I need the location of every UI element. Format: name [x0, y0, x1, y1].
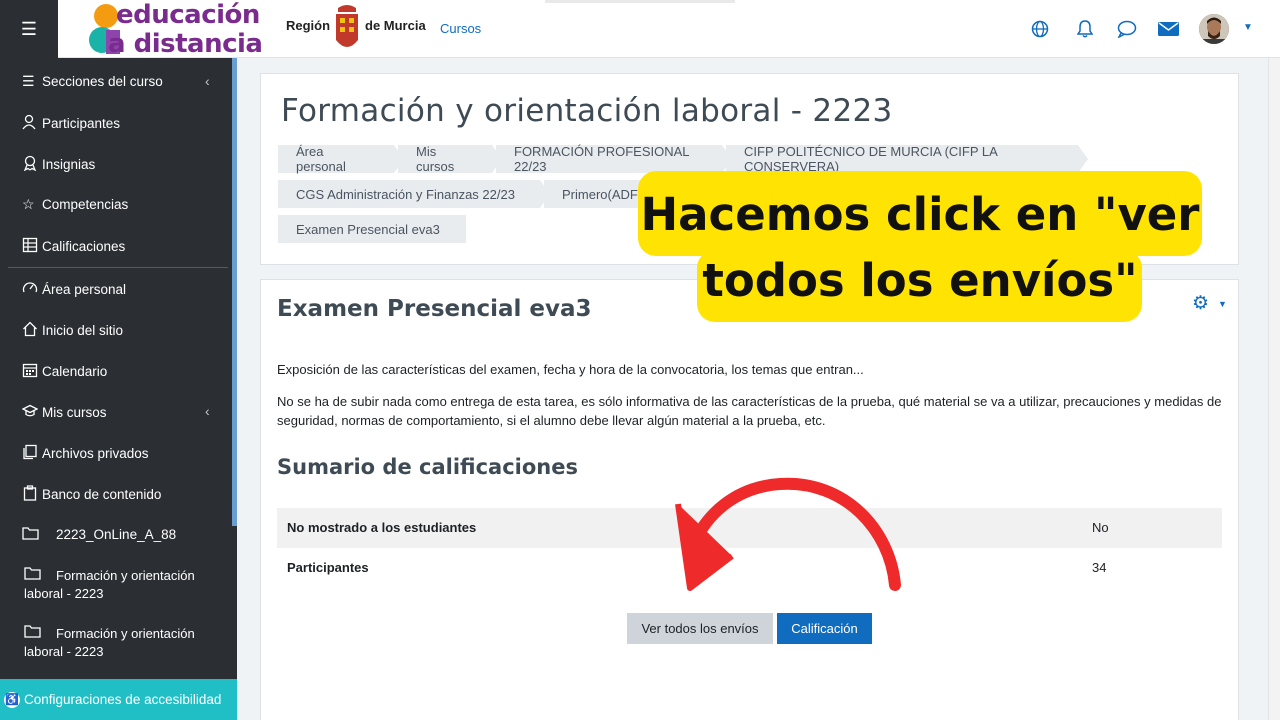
cursos-link[interactable]: Cursos [440, 21, 481, 36]
breadcrumb-label: Área personal [296, 144, 346, 174]
sidebar-course-fol-2[interactable]: Formación y orientación laboral - 2223 [24, 624, 224, 661]
bell-icon[interactable] [1073, 17, 1097, 41]
sidebar-item-label: Banco de contenido [42, 487, 162, 502]
accessibility-icon: ♿ [4, 691, 20, 708]
avatar[interactable] [1199, 14, 1229, 44]
murcia-shield-icon [336, 5, 358, 47]
sidebar-item-label: Mis cursos [42, 405, 107, 420]
callout-line2: todos los envíos" [702, 254, 1138, 307]
files-icon [22, 444, 42, 463]
menu-icon[interactable]: ☰ [0, 0, 58, 58]
top-navbar: ☰ educación a distancia Región de Murcia… [0, 0, 1280, 59]
badge-icon [22, 155, 42, 174]
breadcrumb-item[interactable]: FORMACIÓN PROFESIONAL 22/23 [496, 144, 732, 174]
tutorial-callout-text: Hacemos click en "ver todos los envíos" [638, 182, 1202, 314]
sidebar-course-fol-1[interactable]: Formación y orientación laboral - 2223 [24, 566, 224, 603]
assignment-title: Examen Presencial eva3 [277, 296, 592, 322]
star-icon: ☆ [22, 196, 35, 212]
user-menu-chevron-down-icon[interactable]: ▼ [1243, 22, 1253, 33]
table-row-label: Participantes [287, 560, 369, 575]
breadcrumb-label: Examen Presencial eva3 [296, 221, 440, 237]
breadcrumb-item[interactable]: CIFP POLITÉCNICO DE MURCIA (CIFP LA CONS… [726, 144, 1088, 174]
sidebar-course-label-line2: laboral - 2223 [24, 586, 104, 601]
sidebar-item-secciones[interactable]: ☰ Secciones del curso [22, 73, 163, 90]
sidebar-item-label: Participantes [42, 116, 121, 131]
users-icon [22, 114, 42, 133]
sidebar-item-insignias[interactable]: Insignias [22, 155, 95, 174]
sidebar-item-mis-cursos[interactable]: Mis cursos [21, 403, 107, 422]
envelope-icon[interactable] [1156, 17, 1180, 41]
region-label: Región [286, 18, 331, 33]
red-arrow-icon [675, 477, 901, 591]
sidebar-item-participantes[interactable]: Participantes [22, 114, 120, 133]
folder-icon [22, 526, 56, 543]
breadcrumb-label: Mis cursos [416, 144, 455, 174]
breadcrumb-item-current[interactable]: Examen Presencial eva3 [278, 215, 466, 243]
breadcrumb-label: CGS Administración y Finanzas 22/23 [296, 186, 515, 202]
callout-line1: Hacemos click en "ver [640, 188, 1200, 241]
sidebar-item-label: Calificaciones [42, 239, 126, 254]
list-icon: ☰ [22, 73, 35, 89]
grading-summary-title: Sumario de calificaciones [277, 455, 578, 479]
sidebar-item-label: Insignias [42, 157, 96, 172]
assignment-description: No se ha de subir nada como entrega de e… [277, 394, 1222, 428]
accessibility-label: Configuraciones de accesibilidad [24, 692, 222, 707]
assignment-intro: Exposición de las características del ex… [277, 362, 864, 377]
page-title: Formación y orientación laboral - 2223 [281, 93, 893, 129]
clipboard-icon [22, 485, 42, 504]
logo-text-line2: a distancia [108, 29, 263, 59]
breadcrumb-label: CIFP POLITÉCNICO DE MURCIA (CIFP LA CONS… [744, 144, 998, 174]
sidebar-course-label: Formación y orientación [56, 626, 195, 641]
folder-icon [24, 624, 56, 643]
graduation-icon [21, 403, 42, 422]
page-scrollbar[interactable] [1268, 58, 1280, 720]
sidebar-item-label: Área personal [42, 282, 127, 297]
chat-icon[interactable] [1115, 17, 1139, 41]
murcia-label: de Murcia [365, 18, 426, 33]
table-row-label: No mostrado a los estudiantes [287, 520, 477, 535]
accessibility-settings-button[interactable]: ♿ Configuraciones de accesibilidad [0, 679, 237, 720]
logo-text-line1: educación [116, 0, 260, 30]
table-row-value: 34 [1092, 560, 1107, 575]
sidebar-item-competencias[interactable]: ☆ Competencias [22, 196, 128, 213]
home-icon [22, 321, 42, 340]
top-strip [545, 0, 735, 3]
chevron-left-icon[interactable]: ‹ [205, 73, 210, 89]
sidebar-course-label-line2: laboral - 2223 [24, 644, 104, 659]
breadcrumb-label: FORMACIÓN PROFESIONAL 22/23 [514, 144, 690, 174]
sidebar-item-area-personal[interactable]: Área personal [22, 280, 126, 299]
sidebar-item-inicio[interactable]: Inicio del sitio [22, 321, 123, 340]
sidebar-item-label: Calendario [42, 364, 108, 379]
sidebar-item-calendario[interactable]: Calendario [22, 362, 107, 381]
site-logo[interactable]: educación a distancia [88, 0, 283, 59]
sidebar-course-label: 2223_OnLine_A_88 [56, 527, 177, 542]
breadcrumb-item[interactable]: Mis cursos [398, 144, 502, 174]
breadcrumb-item[interactable]: CGS Administración y Finanzas 22/23 [278, 180, 550, 208]
globe-icon[interactable] [1028, 17, 1052, 41]
dashboard-icon [22, 280, 42, 299]
chevron-left-icon[interactable]: ‹ [205, 403, 210, 419]
sidebar-divider [8, 267, 228, 268]
sidebar-course-label: Formación y orientación [56, 568, 195, 583]
sidebar-item-banco[interactable]: Banco de contenido [22, 485, 161, 504]
sidebar-item-label: Competencias [42, 197, 129, 212]
chevron-down-icon[interactable]: ▼ [1218, 299, 1227, 309]
breadcrumb-label: Primero(ADF [562, 186, 638, 202]
breadcrumb-item[interactable]: Área personal [278, 144, 404, 174]
folder-icon [24, 566, 56, 585]
sidebar-item-label: Inicio del sitio [42, 323, 124, 338]
grades-icon [22, 237, 42, 256]
sidebar-item-label: Archivos privados [42, 446, 149, 461]
sidebar-course-2223-online[interactable]: 2223_OnLine_A_88 [22, 526, 176, 543]
sidebar-item-calificaciones[interactable]: Calificaciones [22, 237, 125, 256]
table-row-value: No [1092, 520, 1109, 535]
calendar-icon [22, 362, 42, 381]
sidebar-item-label: Secciones del curso [42, 74, 163, 89]
sidebar-item-archivos[interactable]: Archivos privados [22, 444, 149, 463]
